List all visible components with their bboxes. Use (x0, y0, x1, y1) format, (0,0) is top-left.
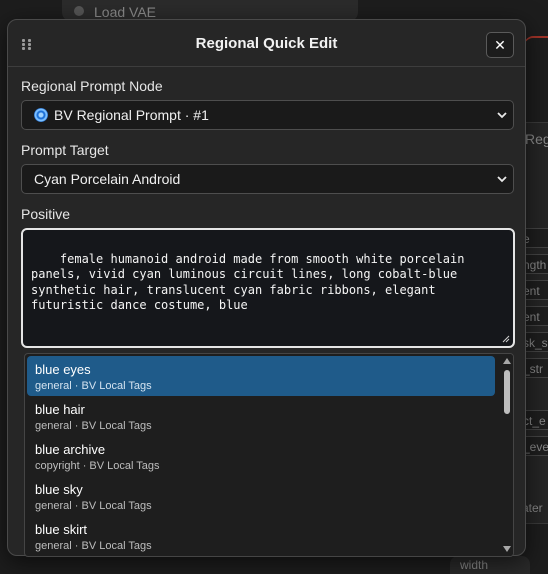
selected-node-value: BV Regional Prompt · #1 (54, 107, 209, 123)
tag-suggestion-list: blue eyes general · BV Local Tags blue h… (24, 353, 514, 557)
positive-prompt-text: female humanoid android made from smooth… (31, 251, 472, 313)
suggestion-item[interactable]: blue hair general · BV Local Tags (27, 396, 495, 436)
background-width-widget: width (450, 556, 530, 574)
suggestion-item[interactable]: blue sky general · BV Local Tags (27, 476, 495, 516)
positive-prompt-textarea[interactable]: female humanoid android made from smooth… (21, 228, 515, 348)
scroll-down-arrow-icon[interactable] (503, 546, 511, 552)
suggestion-item[interactable]: blue archive copyright · BV Local Tags (27, 436, 495, 476)
node-collapse-dot (74, 6, 84, 16)
positive-label: Positive (21, 206, 71, 222)
dialog-title: Regional Quick Edit (195, 35, 338, 52)
suggestion-item[interactable]: blue skirt general · BV Local Tags (27, 516, 495, 556)
background-node-title: Load VAE (94, 4, 157, 20)
prompt-target-label: Prompt Target (21, 142, 109, 158)
suggestion-name: blue eyes (35, 362, 91, 377)
suggestion-name: blue hair (35, 402, 85, 417)
regional-prompt-node-select[interactable]: BV Regional Prompt · #1 (21, 100, 514, 130)
suggestion-meta: copyright · BV Local Tags (35, 460, 160, 472)
scrollbar-thumb[interactable] (504, 370, 510, 414)
background-node-title: Regio (525, 131, 548, 147)
regional-quick-edit-dialog: Regional Quick Edit ✕ Regional Prompt No… (7, 19, 526, 557)
suggestion-meta: general · BV Local Tags (35, 500, 152, 512)
suggestion-meta: general · BV Local Tags (35, 380, 152, 392)
resize-grip-icon[interactable] (502, 335, 510, 343)
suggestion-name: blue sky (35, 482, 83, 497)
chevron-down-icon (497, 176, 507, 183)
regional-prompt-node-label: Regional Prompt Node (21, 78, 163, 94)
dialog-header: Regional Quick Edit ✕ (8, 20, 525, 67)
close-button[interactable]: ✕ (486, 32, 514, 58)
chevron-down-icon (497, 112, 507, 119)
selected-target-value: Cyan Porcelain Android (34, 171, 181, 187)
close-icon: ✕ (494, 37, 506, 53)
suggestion-meta: general · BV Local Tags (35, 420, 152, 432)
suggestion-name: blue archive (35, 442, 106, 457)
suggestion-item[interactable]: blue eyes general · BV Local Tags (27, 356, 495, 396)
spiral-icon (34, 108, 48, 122)
prompt-target-select[interactable]: Cyan Porcelain Android (21, 164, 514, 194)
suggestion-scrollbar[interactable] (501, 354, 513, 556)
suggestion-meta: general · BV Local Tags (35, 540, 152, 552)
scroll-up-arrow-icon[interactable] (503, 358, 511, 364)
suggestion-name: blue skirt (35, 522, 88, 537)
background-width-label: width (460, 558, 489, 572)
